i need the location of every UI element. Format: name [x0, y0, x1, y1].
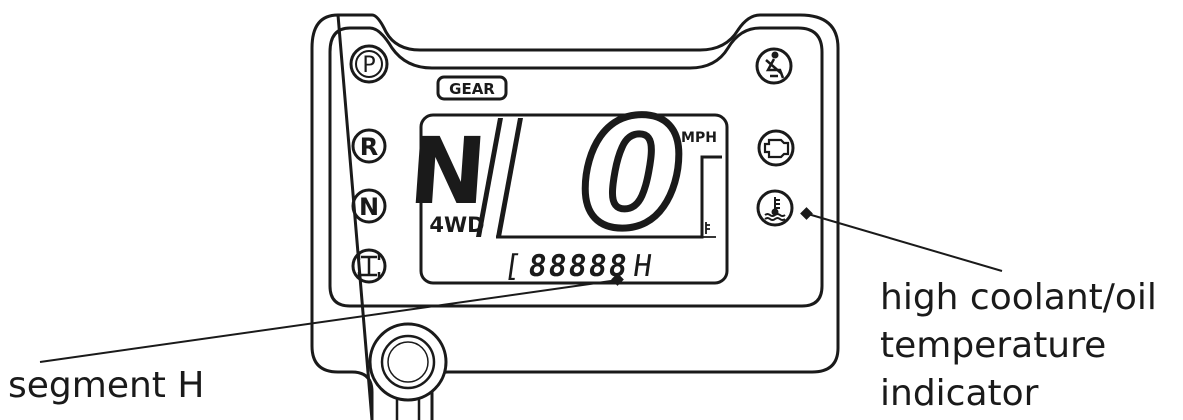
- neutral-icon: N: [359, 193, 379, 221]
- mounting-knob: [368, 322, 448, 420]
- coolant-callout: high coolant/oil temperature indicator: [800, 207, 1157, 414]
- park-brake-indicator: P: [349, 44, 389, 84]
- seatbelt-indicator: [755, 47, 793, 85]
- seatbelt-icon: [765, 51, 785, 79]
- lcd-speed-unit: MPH: [681, 130, 717, 146]
- reverse-indicator: R: [351, 128, 387, 164]
- gear-badge-label: GEAR: [449, 80, 495, 98]
- coolant-temperature-icon: [764, 197, 786, 221]
- lcd-speed-value: 0: [580, 88, 684, 262]
- lcd-gear-letter: N: [406, 118, 490, 225]
- coolant-callout-line2: temperature: [880, 325, 1106, 366]
- gear-badge: GEAR: [436, 75, 508, 101]
- segment-h-callout: segment H: [8, 273, 624, 406]
- coolant-temperature-indicator: [756, 189, 794, 227]
- neutral-indicator: N: [351, 188, 387, 224]
- check-engine-indicator: [757, 129, 795, 167]
- coolant-callout-line1: high coolant/oil: [880, 277, 1157, 318]
- awd-drivetrain-icon: [357, 254, 381, 278]
- coolant-callout-line3: indicator: [880, 373, 1039, 414]
- segment-h-label: segment H: [8, 365, 204, 406]
- lcd-display: N 4WD 0 MPH [ 88888 H: [406, 85, 729, 285]
- instrument-cluster-diagram: GEAR P R N N 4WD 0 MPH [88888 H segment…: [8, 13, 1157, 420]
- check-engine-icon: [763, 138, 790, 159]
- lcd-drive-mode: 4WD: [429, 213, 484, 237]
- park-brake-icon: P: [362, 53, 375, 78]
- reverse-icon: R: [360, 133, 378, 161]
